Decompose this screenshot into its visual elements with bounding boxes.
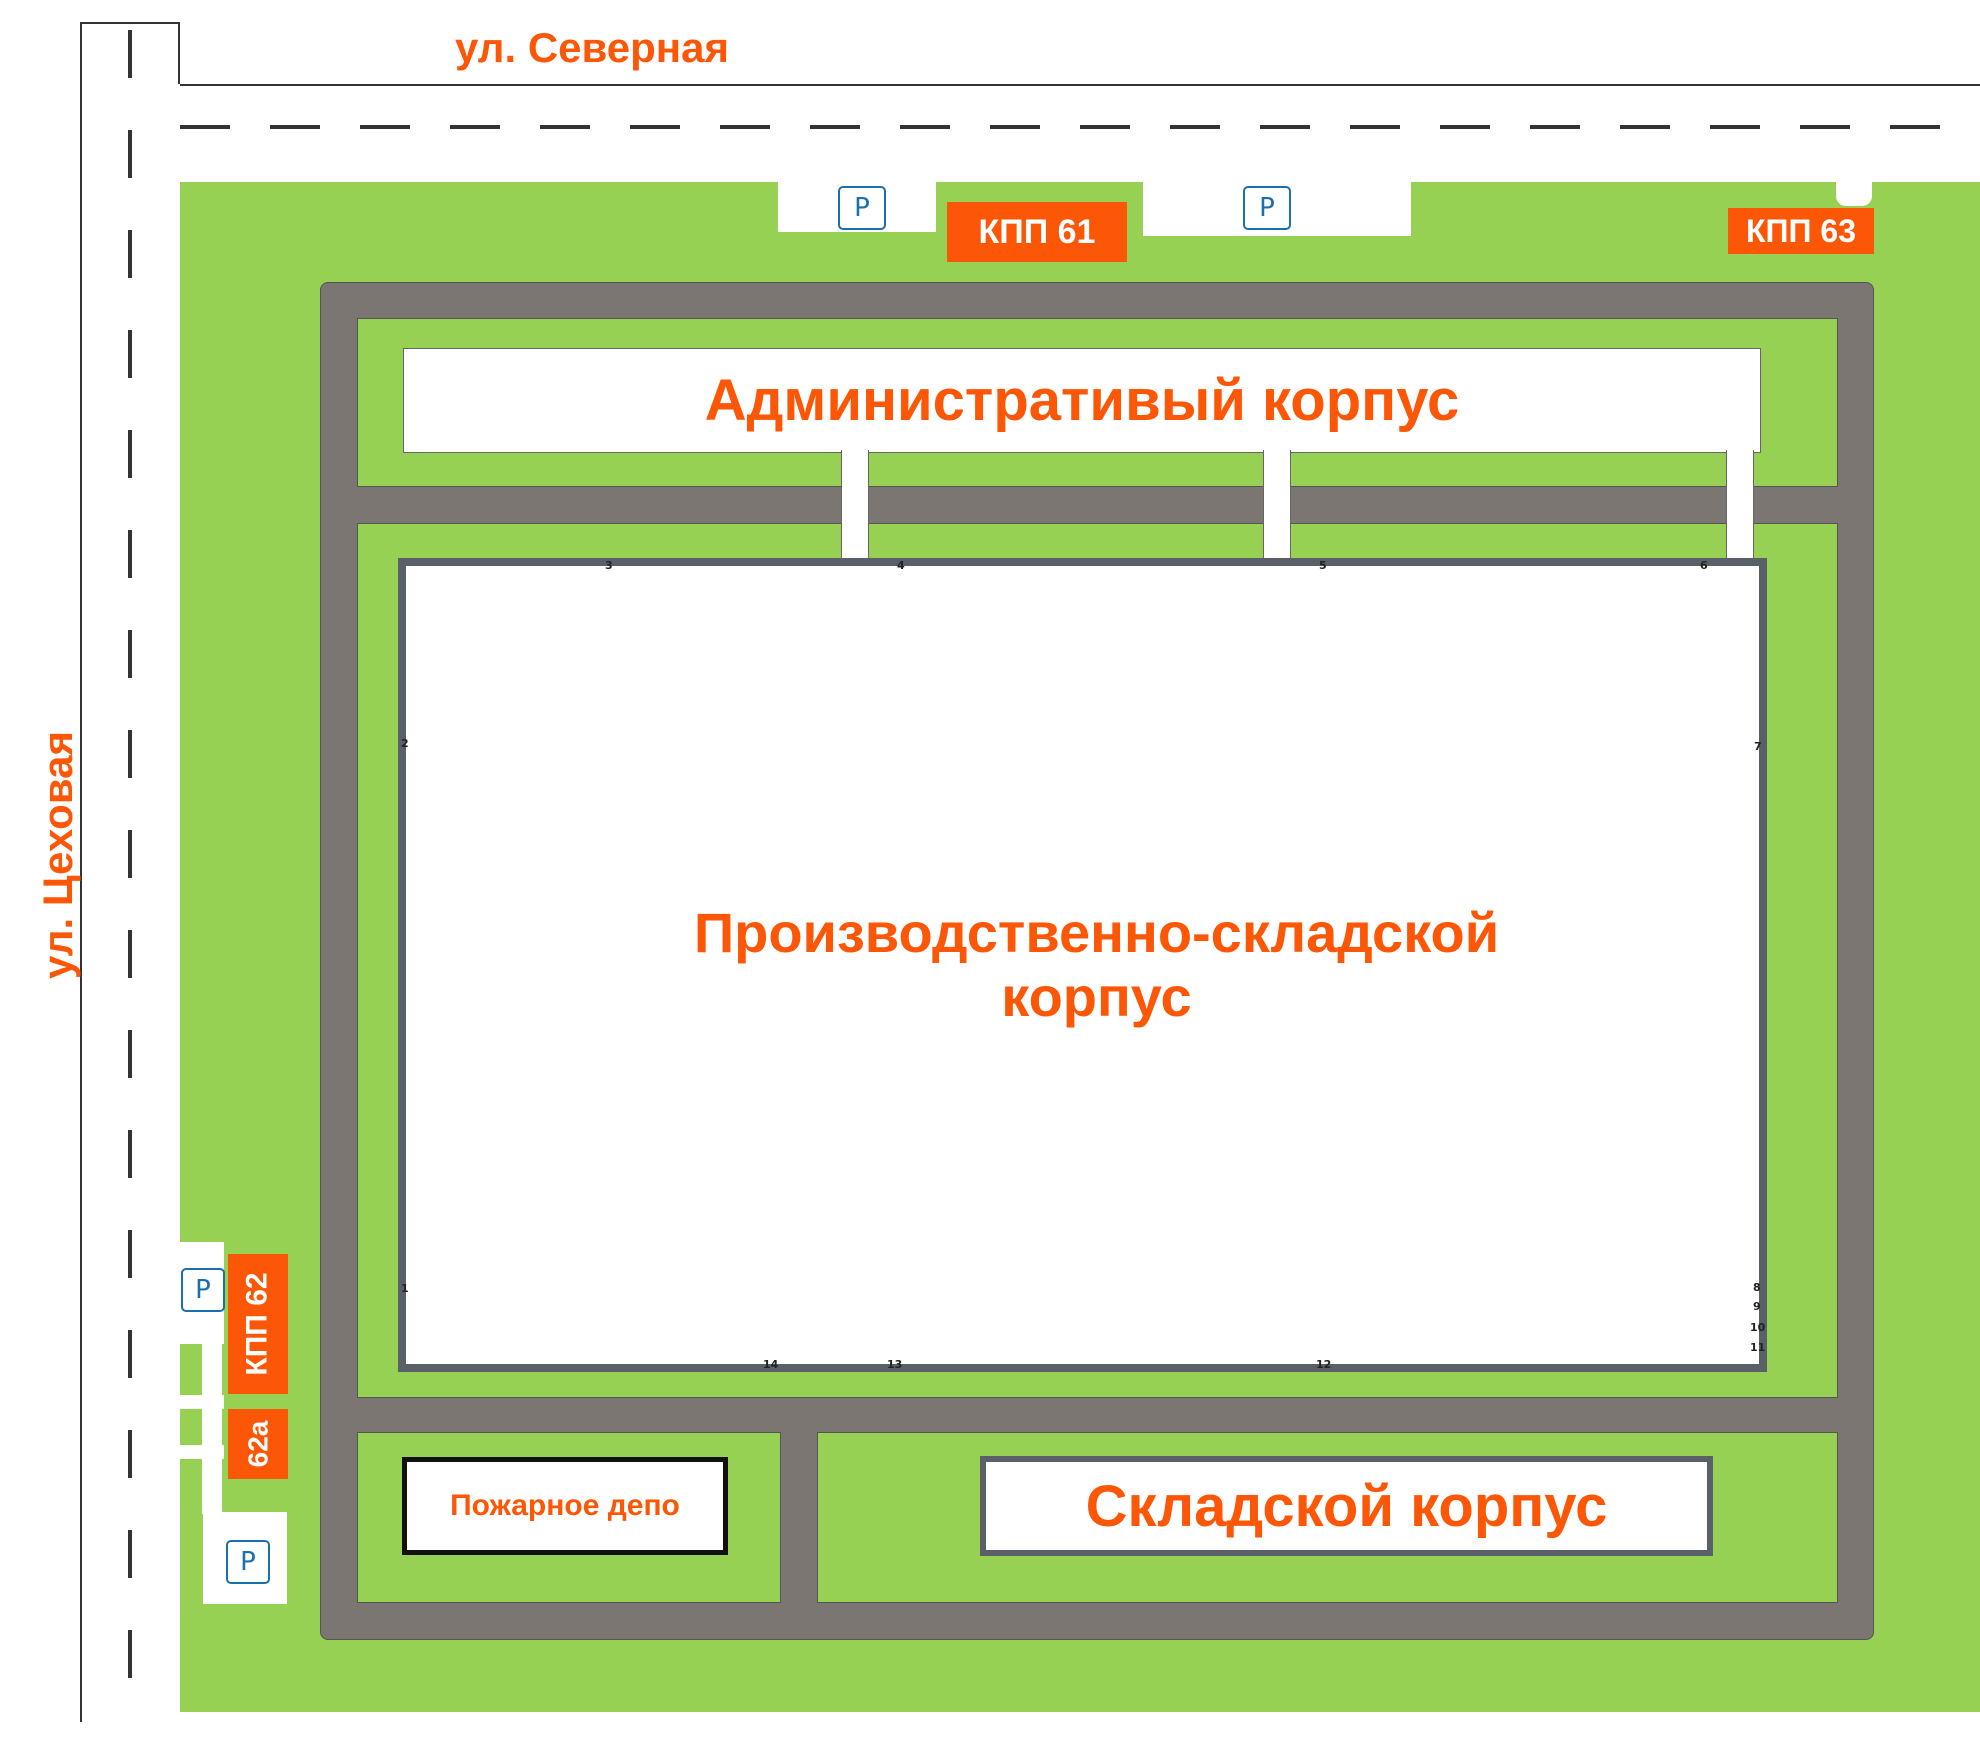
corridor-3: [1726, 450, 1754, 566]
production-building-label-line2: корпус: [1001, 965, 1192, 1028]
gate-number: 5: [1319, 559, 1327, 572]
driveway-west-link: [202, 1344, 222, 1514]
street-name-west: ул. Цеховая: [34, 731, 81, 979]
kpp63-entrance: [1836, 180, 1872, 206]
gate-number: 7: [1754, 740, 1762, 753]
checkpoint-63: КПП 63: [1728, 208, 1874, 254]
parking-icon: P: [226, 1540, 270, 1584]
parking-icon: P: [1243, 186, 1291, 230]
parking-icon: P: [838, 186, 886, 230]
fire-depot-building: Пожарное депо: [402, 1457, 728, 1555]
road-north: [80, 84, 1980, 182]
gate-number: 2: [401, 737, 409, 750]
admin-building-label: Административый корпус: [704, 368, 1460, 433]
street-name-north: ул. Северная: [455, 24, 730, 71]
road-north-centerline: [180, 125, 1980, 129]
road-corner-edge: [178, 22, 180, 84]
corridor-2: [1263, 450, 1291, 568]
gate-number: 6: [1700, 559, 1708, 572]
gate-number: 11: [1750, 1341, 1766, 1354]
road-west-centerline: [128, 30, 132, 1720]
gate-number: 1: [401, 1282, 409, 1295]
admin-building: Административый корпус: [403, 348, 1761, 453]
checkpoint-62: КПП 62: [228, 1254, 288, 1394]
warehouse-building: Складской корпус: [980, 1456, 1713, 1556]
production-building-label-line1: Производственно-складской: [693, 901, 1500, 964]
checkpoint-62a: 62а: [228, 1409, 288, 1479]
gate-number: 12: [1316, 1358, 1332, 1371]
gate-number: 13: [887, 1358, 903, 1371]
gate-number: 3: [605, 559, 613, 572]
gate-number: 9: [1753, 1300, 1761, 1313]
warehouse-building-label: Складской корпус: [1085, 1473, 1608, 1539]
gate-number: 4: [897, 559, 905, 572]
gate-number: 14: [763, 1358, 779, 1371]
corridor-1: [841, 450, 869, 564]
fire-depot-label: Пожарное депо: [450, 1489, 680, 1522]
road-west-top-edge: [80, 22, 180, 24]
parking-icon: P: [181, 1268, 225, 1312]
gate-number: 8: [1753, 1281, 1761, 1294]
gate-number: 10: [1750, 1321, 1766, 1334]
checkpoint-62-label: КПП 62: [241, 1272, 275, 1376]
production-warehouse-building: Производственно-складской корпус: [398, 558, 1767, 1372]
checkpoint-61: КПП 61: [947, 202, 1127, 262]
checkpoint-62a-label: 62а: [242, 1420, 273, 1468]
